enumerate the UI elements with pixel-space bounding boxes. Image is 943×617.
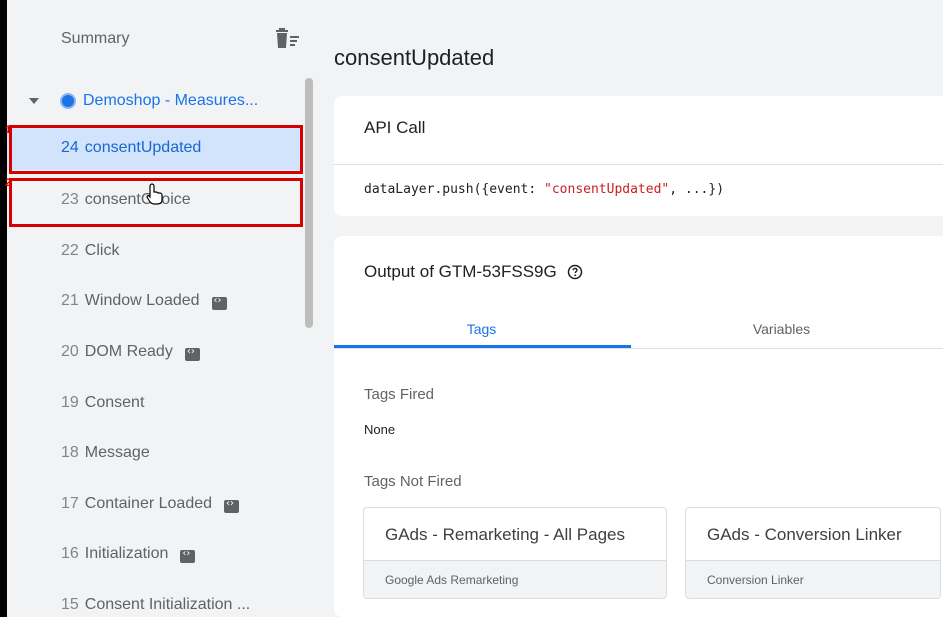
sidebar: Summary Demoshop - Measures... 24 consent… [7, 0, 313, 617]
event-number: 18 [61, 444, 79, 461]
event-label: DOM Ready [84, 343, 173, 360]
event-label: consentChoice [84, 191, 191, 208]
tab-variables[interactable]: Variables [634, 310, 929, 348]
event-number: 24 [61, 139, 79, 156]
delete-sweep-icon[interactable] [275, 28, 301, 50]
event-label: Container Loaded [84, 495, 213, 512]
tag-type-footer: Conversion Linker [686, 560, 940, 598]
annotation-number-2: 2 [5, 177, 12, 189]
page-title: consentUpdated [334, 45, 495, 70]
event-item[interactable]: 15 Consent Initialization ... [7, 583, 303, 617]
event-number: 16 [61, 545, 79, 562]
tab-divider [334, 348, 943, 349]
event-label: Consent Initialization ... [84, 596, 251, 613]
event-item[interactable]: 18 Message [7, 431, 303, 475]
event-number: 17 [61, 495, 79, 512]
event-item[interactable]: 16 Initialization [7, 532, 303, 576]
container-status-icon [60, 93, 76, 109]
event-item[interactable]: 22 Click [7, 229, 303, 273]
container-row[interactable]: Demoshop - Measures... [7, 81, 303, 121]
main-panel: consentUpdated API Call dataLayer.push({… [313, 0, 943, 617]
code-badge-icon [180, 548, 196, 563]
output-title: Output of GTM-53FSS9G [364, 262, 583, 282]
event-label: Message [84, 444, 150, 461]
event-number: 15 [61, 596, 79, 613]
caret-down-icon[interactable] [28, 95, 40, 107]
event-item[interactable]: 20 DOM Ready [7, 330, 303, 374]
event-number: 20 [61, 343, 79, 360]
annotation-number-1: 1 [5, 124, 12, 136]
tag-name: GAds - Remarketing - All Pages [385, 525, 625, 544]
tags-fired-label: Tags Fired [364, 386, 435, 403]
event-item[interactable]: 24 consentUpdated [7, 126, 303, 170]
event-item[interactable]: 19 Consent [7, 381, 303, 425]
code-badge-icon [184, 346, 200, 361]
tag-name: GAds - Conversion Linker [707, 525, 902, 544]
event-number: 21 [61, 292, 79, 309]
output-title-text: Output of GTM-53FSS9G [364, 262, 557, 281]
container-label: Demoshop - Measures... [83, 92, 259, 109]
event-label: Consent [84, 394, 145, 411]
code-badge-icon [224, 498, 240, 513]
api-call-card: API Call dataLayer.push({event: "consent… [334, 96, 943, 216]
help-icon[interactable] [567, 264, 583, 280]
left-border [0, 0, 7, 617]
api-code-string: "consentUpdated" [544, 182, 670, 197]
tag-type: Conversion Linker [707, 573, 804, 587]
tags-fired-value: None [364, 422, 396, 437]
event-number: 19 [61, 394, 79, 411]
api-code-block: dataLayer.push({event: "consentUpdated",… [334, 164, 943, 216]
tags-not-fired-label: Tags Not Fired [364, 473, 462, 490]
api-code-prefix: dataLayer.push({event: [364, 182, 545, 197]
output-card: Output of GTM-53FSS9G Tags Variables Tag… [334, 236, 943, 617]
event-number: 23 [61, 191, 79, 208]
event-label: consentUpdated [84, 139, 202, 156]
tag-card[interactable]: GAds - Remarketing - All Pages Google Ad… [363, 507, 667, 599]
summary-header[interactable]: Summary [61, 30, 129, 48]
hand-cursor-icon [146, 183, 163, 205]
event-item[interactable]: 21 Window Loaded [7, 279, 303, 323]
event-number: 22 [61, 242, 79, 259]
active-tab-indicator [334, 345, 631, 348]
event-item[interactable]: 17 Container Loaded [7, 482, 303, 526]
tag-type-footer: Google Ads Remarketing [364, 560, 666, 598]
code-badge-icon [211, 295, 227, 310]
api-code: dataLayer.push({event: "consentUpdated",… [364, 182, 724, 197]
api-code-suffix: , ...}) [669, 182, 725, 197]
event-label: Click [84, 242, 120, 259]
event-label: Initialization [84, 545, 169, 562]
tag-type: Google Ads Remarketing [385, 573, 519, 587]
sidebar-scrollbar[interactable] [305, 78, 313, 328]
tag-card[interactable]: GAds - Conversion Linker Conversion Link… [685, 507, 941, 599]
event-label: Window Loaded [84, 292, 200, 309]
api-call-title: API Call [364, 118, 426, 137]
tab-tags[interactable]: Tags [334, 310, 629, 348]
